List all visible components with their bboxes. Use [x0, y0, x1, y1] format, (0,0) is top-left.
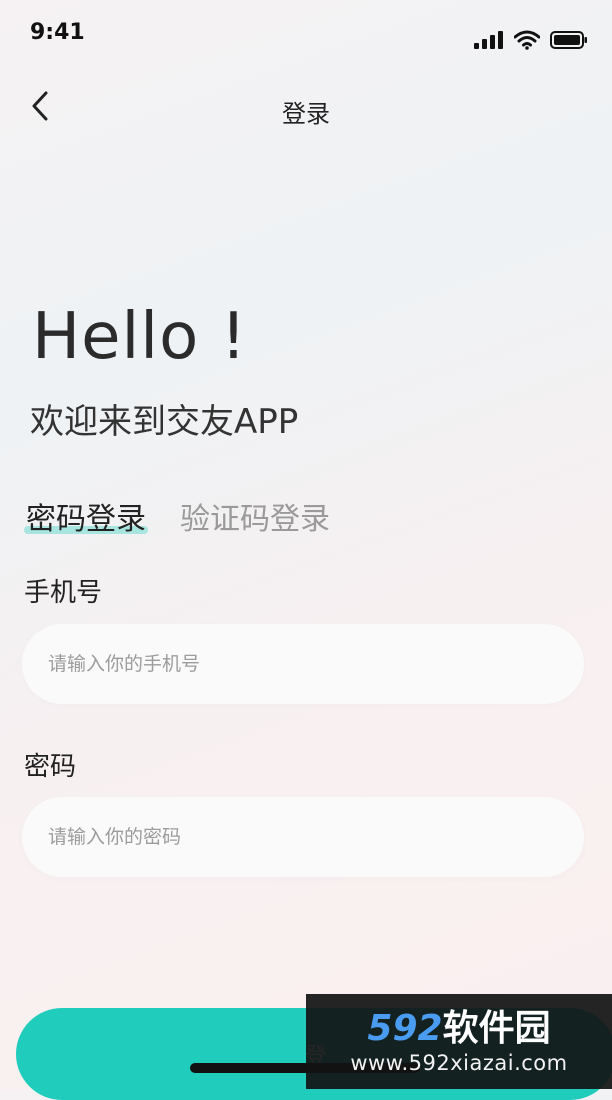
- password-input[interactable]: [22, 797, 584, 877]
- status-icons: [474, 30, 588, 50]
- status-time: 9:41: [30, 20, 85, 45]
- tab-code-login[interactable]: 验证码登录: [180, 494, 330, 538]
- watermark-url: www.592xiazai.com: [350, 1050, 568, 1075]
- watermark-text: 软件园: [442, 1007, 551, 1049]
- wifi-icon: [514, 30, 540, 50]
- password-label: 密码: [24, 752, 77, 782]
- password-input-container: [22, 797, 584, 877]
- page-title: 登录: [282, 100, 330, 128]
- status-bar: 9:41: [0, 0, 612, 70]
- watermark-logo: 592软件园 www.592xiazai.com: [306, 994, 612, 1089]
- tab-password-login[interactable]: 密码登录: [24, 494, 148, 538]
- phone-input-container: [22, 624, 584, 704]
- battery-icon: [550, 31, 587, 49]
- login-mode-tabs: 密码登录 验证码登录: [24, 494, 330, 538]
- phone-label: 手机号: [24, 578, 103, 608]
- welcome-subtitle: 欢迎来到交友APP: [30, 402, 299, 442]
- phone-input[interactable]: [22, 624, 584, 704]
- greeting-heading: Hello !: [32, 300, 248, 374]
- watermark-number: 592: [367, 1007, 443, 1049]
- nav-bar: 登录: [0, 78, 612, 138]
- signal-icon: [474, 31, 503, 49]
- watermark-title: 592软件园: [367, 1007, 551, 1049]
